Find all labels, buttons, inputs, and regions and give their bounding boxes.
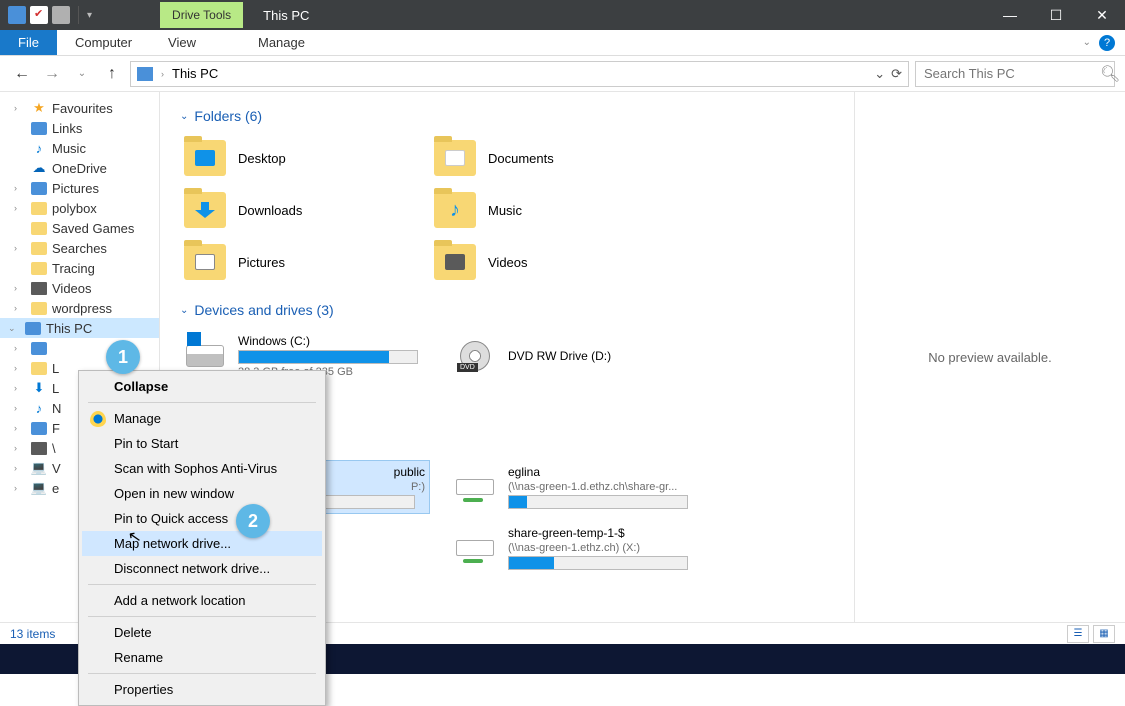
ctx-manage[interactable]: Manage [82, 406, 322, 431]
chevron-right-icon: › [161, 69, 164, 79]
titlebar: ▾ Drive Tools This PC — ☐ ✕ [0, 0, 1125, 30]
tree-item-searches[interactable]: ›Searches [0, 238, 159, 258]
callout-badge-2: 2 [236, 504, 270, 538]
tree-item-wordpress[interactable]: ›wordpress [0, 298, 159, 318]
dvd-icon: DVD [454, 338, 496, 374]
ribbon-tab-view[interactable]: View [150, 30, 214, 55]
ctx-rename[interactable]: Rename [82, 645, 322, 670]
tree-item-music[interactable]: ♪Music [0, 138, 159, 158]
qat-icon-2[interactable] [52, 6, 70, 24]
address-text: This PC [172, 66, 218, 81]
address-dropdown-icon[interactable]: ⌄ [874, 66, 885, 82]
folder-icon [184, 192, 226, 228]
maximize-button[interactable]: ☐ [1033, 0, 1079, 30]
drive-dvd[interactable]: DVD DVD RW Drive (D:) [450, 330, 700, 382]
tree-item-videos[interactable]: ›Videos [0, 278, 159, 298]
drive-eglina[interactable]: eglina (\\nas-green-1.d.ethz.ch\share-gr… [450, 460, 700, 514]
chevron-down-icon: ⌄ [180, 111, 188, 122]
ctx-properties[interactable]: Properties [82, 677, 322, 702]
chevron-down-icon: ⌄ [180, 305, 188, 316]
tree-item-links[interactable]: Links [0, 118, 159, 138]
callout-badge-1: 1 [106, 340, 140, 374]
ctx-pin-start[interactable]: Pin to Start [82, 431, 322, 456]
ribbon: File Computer View Manage ⌄ ? [0, 30, 1125, 56]
app-icon [8, 6, 26, 24]
folder-icon [184, 244, 226, 280]
folder-pictures[interactable]: Pictures [180, 240, 410, 284]
folder-videos[interactable]: Videos [430, 240, 660, 284]
tree-item-this-pc[interactable]: ⌄This PC [0, 318, 159, 338]
tree-item-favourites[interactable]: ›★Favourites [0, 98, 159, 118]
section-drives-header[interactable]: ⌄ Devices and drives (3) [180, 302, 834, 318]
navbar: ← → ⌄ ↑ › This PC ⌄ ⟳ 🔍︎ [0, 56, 1125, 92]
network-drive-icon [454, 530, 496, 566]
qat-icon[interactable] [30, 6, 48, 24]
drive-share-green[interactable]: share-green-temp-1-$ (\\nas-green-1.ethz… [450, 522, 700, 574]
folder-music[interactable]: ♪Music [430, 188, 660, 232]
status-item-count: 13 items [10, 627, 55, 641]
tree-item-polybox[interactable]: ›polybox [0, 198, 159, 218]
refresh-icon[interactable]: ⟳ [891, 66, 902, 82]
search-input[interactable] [924, 66, 1100, 81]
tree-item-saved-games[interactable]: Saved Games [0, 218, 159, 238]
help-icon[interactable]: ? [1099, 35, 1115, 51]
tree-item-onedrive[interactable]: ☁OneDrive [0, 158, 159, 178]
chevron-down-icon[interactable]: ▾ [87, 10, 92, 21]
network-drive-icon [454, 469, 496, 505]
ctx-add-network-location[interactable]: Add a network location [82, 588, 322, 613]
ribbon-tab-manage[interactable]: Manage [240, 30, 323, 55]
ribbon-file-tab[interactable]: File [0, 30, 57, 55]
preview-text: No preview available. [928, 350, 1052, 365]
drive-icon [184, 338, 226, 374]
ribbon-tab-computer[interactable]: Computer [57, 30, 150, 55]
close-button[interactable]: ✕ [1079, 0, 1125, 30]
ctx-open-new-window[interactable]: Open in new window [82, 481, 322, 506]
contextual-tab-drive-tools[interactable]: Drive Tools [160, 2, 243, 28]
view-icons-button[interactable]: ▦ [1093, 625, 1115, 643]
folder-icon: ♪ [434, 192, 476, 228]
folder-icon [184, 140, 226, 176]
folder-documents[interactable]: Documents [430, 136, 660, 180]
section-folders-header[interactable]: ⌄ Folders (6) [180, 108, 834, 124]
folder-downloads[interactable]: Downloads [180, 188, 410, 232]
view-details-button[interactable]: ☰ [1067, 625, 1089, 643]
ribbon-collapse-icon[interactable]: ⌄ [1083, 37, 1091, 48]
address-bar[interactable]: › This PC ⌄ ⟳ [130, 61, 909, 87]
pc-icon [137, 67, 153, 81]
tree-item-pictures[interactable]: ›Pictures [0, 178, 159, 198]
folder-icon [434, 244, 476, 280]
ctx-pin-quick-access[interactable]: Pin to Quick access [82, 506, 322, 531]
shield-icon [90, 411, 106, 427]
ctx-delete[interactable]: Delete [82, 620, 322, 645]
nav-up-button[interactable]: ↑ [100, 62, 124, 86]
minimize-button[interactable]: — [987, 0, 1033, 30]
tree-item-tracing[interactable]: Tracing [0, 258, 159, 278]
folder-icon [434, 140, 476, 176]
ctx-disconnect-network-drive[interactable]: Disconnect network drive... [82, 556, 322, 581]
search-icon[interactable]: 🔍︎ [1100, 64, 1120, 84]
folder-desktop[interactable]: Desktop [180, 136, 410, 180]
context-menu: Collapse Manage Pin to Start Scan with S… [78, 370, 326, 706]
nav-history-button[interactable]: ⌄ [70, 62, 94, 86]
ctx-collapse[interactable]: Collapse [82, 374, 322, 399]
ctx-map-network-drive[interactable]: Map network drive... [82, 531, 322, 556]
preview-pane: No preview available. [855, 92, 1125, 622]
search-box[interactable]: 🔍︎ [915, 61, 1115, 87]
ctx-scan-sophos[interactable]: Scan with Sophos Anti-Virus [82, 456, 322, 481]
nav-back-button[interactable]: ← [10, 62, 34, 86]
window-title: This PC [263, 8, 309, 23]
nav-forward-button[interactable]: → [40, 62, 64, 86]
